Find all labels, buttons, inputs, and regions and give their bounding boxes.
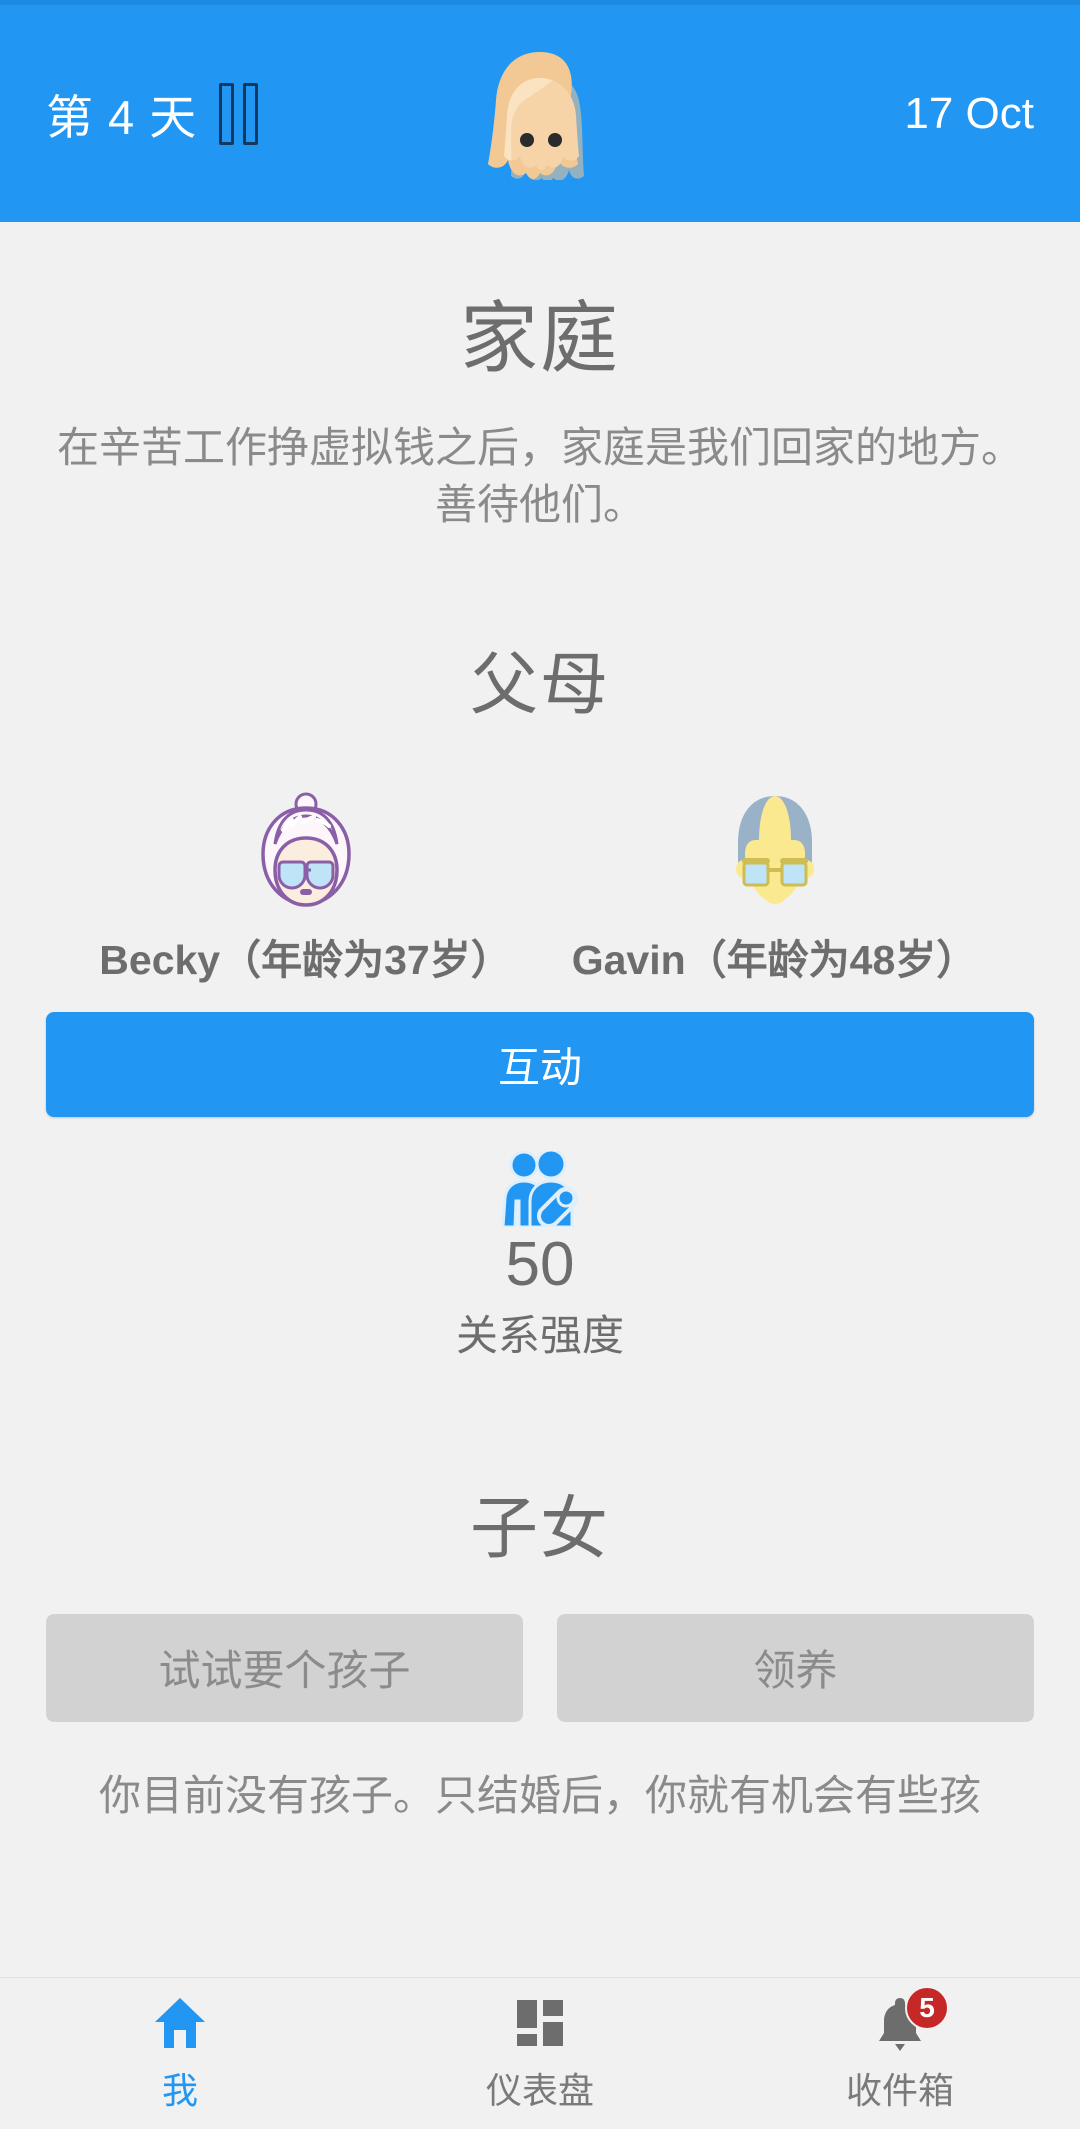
day-counter: 第 4 天 <box>46 91 198 144</box>
page-title: 家庭 <box>459 294 620 382</box>
nav-item-inbox[interactable]: 5 收件箱 <box>720 1985 1080 2114</box>
page-content: 家庭 在辛苦工作挣虚拟钱之后，家庭是我们回家的地方。善待他们。 父母 Becky… <box>0 222 1080 1977</box>
relationship-strength-label: 关系强度 <box>455 1311 624 1359</box>
inbox-badge: 5 <box>905 1985 949 2030</box>
parents-section-title: 父母 <box>469 647 610 724</box>
pause-icon[interactable] <box>219 82 259 145</box>
interact-button[interactable]: 互动 <box>46 1012 1034 1118</box>
adopt-button[interactable]: 领养 <box>557 1613 1034 1722</box>
parent-name-label: Becky（年龄为37岁） <box>99 937 512 984</box>
bottom-navigation: 我 仪表盘 5 收件箱 <box>0 1977 1080 2129</box>
app-screen: 第 4 天 17 Oct 家庭 在辛苦工作挣虚拟钱之后，家庭是我们回家的地方。善… <box>0 0 1080 2129</box>
children-note: 你目前没有孩子。只结婚后，你就有机会有些孩 <box>98 1771 981 1819</box>
home-icon <box>151 1994 209 2052</box>
children-actions: 试试要个孩子 领养 <box>46 1613 1034 1722</box>
parent-name-label: Gavin（年龄为48岁） <box>571 937 978 984</box>
player-avatar-icon <box>488 51 584 183</box>
header-left-group: 第 4 天 <box>46 79 259 148</box>
try-for-baby-button[interactable]: 试试要个孩子 <box>46 1613 523 1722</box>
nav-label-me: 我 <box>161 2069 198 2111</box>
current-date: 17 Oct <box>904 88 1034 138</box>
parent-card[interactable]: Gavin（年龄为48岁） <box>567 790 982 986</box>
avatar[interactable] <box>480 48 600 183</box>
grandfather-face-icon <box>735 796 814 905</box>
nav-label-inbox: 收件箱 <box>845 2069 954 2111</box>
app-header: 第 4 天 17 Oct <box>0 0 1080 222</box>
relationship-strength-value: 50 <box>505 1230 575 1300</box>
children-section-title: 子女 <box>469 1490 610 1567</box>
page-description: 在辛苦工作挣虚拟钱之后，家庭是我们回家的地方。善待他们。 <box>56 424 1023 528</box>
dashboard-grid-icon <box>511 1994 569 2052</box>
grandmother-face-icon <box>260 792 351 908</box>
bell-icon: 5 <box>871 1985 949 2052</box>
nav-item-dashboard[interactable]: 仪表盘 <box>360 1994 720 2114</box>
parent-card[interactable]: Becky（年龄为37岁） <box>98 790 513 986</box>
family-relationship-icon <box>501 1151 578 1228</box>
parents-list: Becky（年龄为37岁） Gavin（年龄为48岁） <box>46 790 1034 986</box>
nav-item-me[interactable]: 我 <box>0 1994 360 2114</box>
relationship-strength-stat: 50 关系强度 <box>46 1151 1034 1362</box>
nav-label-dashboard: 仪表盘 <box>485 2069 594 2111</box>
